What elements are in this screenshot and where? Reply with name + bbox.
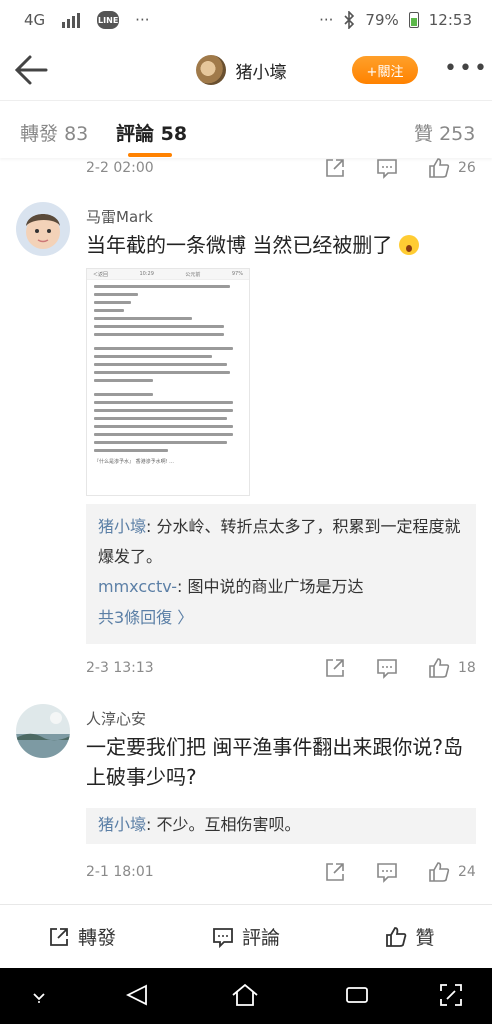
like-label: 贊	[415, 927, 435, 949]
signal-icon	[62, 13, 81, 28]
like-icon[interactable]	[428, 657, 450, 679]
commenter-name[interactable]: 马雷Mark	[86, 206, 153, 227]
like-count: 24	[458, 864, 476, 880]
battery-icon	[408, 12, 419, 28]
like-button[interactable]: 贊	[328, 923, 492, 950]
line-app-icon: LINE	[97, 11, 120, 29]
reply-icon[interactable]	[376, 657, 398, 679]
like-count: 18	[458, 660, 476, 676]
network-indicator: 4G	[24, 11, 46, 29]
tab-reposts-label: 轉發	[20, 123, 59, 145]
screenshot-icon[interactable]	[438, 982, 464, 1008]
reply-icon[interactable]	[376, 861, 398, 883]
image-text-lines: 『什么是渗予水』 香港渗予水啊! ...	[87, 280, 249, 470]
image-back-label: ＜返回	[93, 271, 109, 278]
comment-button[interactable]: 評論	[164, 923, 328, 950]
header-avatar[interactable]	[195, 55, 226, 85]
image-footer: 『什么是渗予水』 香港渗予水啊! ...	[94, 459, 174, 465]
share-icon	[50, 927, 68, 946]
comment-icon	[213, 927, 233, 948]
share-icon[interactable]	[324, 157, 346, 179]
tab-likes-label: 贊	[414, 123, 434, 145]
header-user[interactable]: 猪小壕	[195, 55, 287, 85]
commenter-name[interactable]: 人淳心安	[86, 708, 146, 729]
repost-button[interactable]: 轉發	[0, 923, 164, 950]
more-notifications-icon: ···	[135, 11, 150, 29]
share-icon[interactable]	[324, 657, 346, 679]
comment-time: 2-1 18:01	[86, 864, 154, 880]
more-status-icon: ···	[319, 11, 334, 29]
comment-text: 当年截的一条微博 当然已经被删了	[86, 230, 476, 260]
image-account: 公元前	[185, 271, 201, 278]
status-bar: 4G LINE ··· ··· 79% 12:53	[0, 0, 492, 40]
comment-time: 2-2 02:00	[86, 160, 154, 176]
more-options-icon[interactable]: •••	[444, 58, 489, 80]
header-username[interactable]: 猪小壕	[236, 58, 287, 83]
reply-text: : 分水岭、转折点太多了，积累到一定程度就爆发了。	[98, 517, 461, 566]
like-count: 26	[458, 160, 476, 176]
comment-label: 評論	[241, 927, 280, 949]
image-clock: 10:29	[139, 271, 154, 277]
comment-meta: 2-2 02:00 26	[0, 154, 492, 184]
comment-text: 一定要我们把 闽平渔事件翻出来跟你说?岛上破事少吗?	[86, 735, 463, 789]
tab-likes-count: 253	[439, 123, 476, 145]
reply-author[interactable]: 猪小壕	[98, 517, 146, 536]
bottom-action-bar: 轉發 評論 贊	[0, 904, 492, 968]
tab-comments[interactable]: 評論 58	[116, 119, 187, 146]
tab-reposts-count: 83	[64, 123, 89, 145]
tab-comments-label: 評論	[116, 123, 155, 145]
reply-author[interactable]: mmxcctv-	[98, 577, 177, 596]
repost-label: 轉發	[77, 927, 116, 949]
image-battery: 97%	[231, 271, 243, 277]
hide-keyboard-icon[interactable]	[28, 990, 50, 1004]
clock: 12:53	[428, 11, 472, 29]
tab-reposts[interactable]: 轉發 83	[20, 119, 88, 146]
reply-list: 猪小壕: 分水岭、转折点太多了，积累到一定程度就爆发了。 mmxcctv-: 图…	[86, 504, 476, 644]
commenter-avatar[interactable]	[16, 202, 70, 256]
reply-item[interactable]: 猪小壕: 分水岭、转折点太多了，积累到一定程度就爆发了。	[98, 512, 464, 572]
tab-comments-count: 58	[160, 123, 188, 145]
reply-author[interactable]: 猪小壕	[98, 815, 146, 834]
back-icon[interactable]	[124, 982, 150, 1008]
app-bar: 猪小壕 +關注 •••	[0, 40, 492, 100]
reply-text: : 图中说的商业广场是万达	[177, 577, 364, 596]
reply-item[interactable]: mmxcctv-: 图中说的商业广场是万达	[98, 572, 464, 602]
view-all-replies-link[interactable]: 共3條回復 〉	[98, 602, 464, 634]
back-arrow-icon[interactable]	[12, 52, 52, 88]
bluetooth-icon	[344, 11, 355, 29]
follow-button[interactable]: +關注	[352, 56, 418, 84]
recent-apps-icon[interactable]	[344, 982, 370, 1008]
comment-image[interactable]: ＜返回 10:29 公元前 97% 『什么是渗予水』 香港渗予水啊! ...	[86, 268, 250, 496]
reply-text: : 不少。互相伤害呗。	[146, 815, 301, 834]
comment-text-body: 当年截的一条微博 当然已经被删了	[86, 233, 393, 257]
scared-emoji-icon	[398, 235, 419, 255]
share-icon[interactable]	[324, 861, 346, 883]
system-nav-bar	[0, 968, 492, 1024]
reply-icon[interactable]	[376, 157, 398, 179]
tab-likes[interactable]: 贊 253	[414, 119, 475, 146]
like-icon[interactable]	[428, 157, 450, 179]
like-icon[interactable]	[428, 861, 450, 883]
reply-item[interactable]: 猪小壕: 不少。互相伤害呗。	[98, 810, 464, 840]
comment-time: 2-3 13:13	[86, 660, 154, 676]
image-status-bar: ＜返回 10:29 公元前 97%	[87, 269, 249, 280]
commenter-avatar[interactable]	[16, 704, 70, 758]
tab-bar: 轉發 83 評論 58 贊 253	[0, 100, 492, 158]
battery-percent: 79%	[365, 11, 399, 29]
reply-list: 猪小壕: 不少。互相伤害呗。	[86, 808, 476, 844]
comment-meta: 2-3 13:13 18	[0, 654, 492, 684]
like-icon	[386, 926, 407, 947]
home-icon[interactable]	[230, 982, 260, 1008]
comment-meta: 2-1 18:01 24	[0, 858, 492, 888]
